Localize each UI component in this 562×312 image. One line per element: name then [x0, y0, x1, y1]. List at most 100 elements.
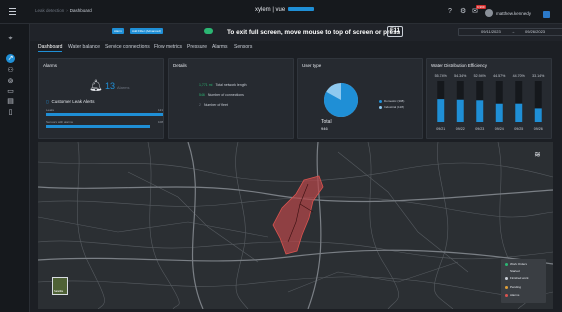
- user-type-card-title: User type: [302, 63, 322, 68]
- network-icon[interactable]: ⊚: [6, 77, 15, 86]
- tab-sensors[interactable]: Sensors: [234, 44, 252, 50]
- users-icon[interactable]: ⚇: [6, 66, 15, 75]
- x-tick-label: 09/22: [456, 127, 465, 131]
- efficiency-card: Water Distribution Efficiency 55.74% 09/2…: [426, 58, 552, 139]
- data-label: 44.57%: [493, 74, 506, 78]
- filter-toggle[interactable]: [204, 28, 213, 34]
- details-card-title: Details: [173, 63, 187, 68]
- map-canvas[interactable]: [38, 142, 553, 309]
- breadcrumb-separator: ›: [66, 8, 68, 13]
- customer-leak-alerts[interactable]: ▯ Customer Leak Alerts: [46, 99, 95, 105]
- legend-swatch: [379, 105, 382, 109]
- tab-dashboard[interactable]: Dashboard: [38, 44, 63, 52]
- alert-dot-icon: ▯: [46, 99, 49, 104]
- layers-icon[interactable]: ≋: [533, 150, 542, 159]
- data-label: 52.94%: [474, 74, 487, 78]
- map-legend-item: Alarms: [505, 293, 519, 297]
- map-view[interactable]: ≋ Satellite Work Orders Started Finished…: [38, 142, 553, 309]
- bar-sensors: [46, 125, 151, 128]
- total-value: 946: [321, 126, 328, 131]
- metric-fleet: 2 Number of fleet: [199, 103, 228, 107]
- legend-label: Finished work: [510, 276, 529, 280]
- x-tick-label: 09/21: [436, 127, 445, 131]
- breadcrumb-item-dashboard: Dashboard: [69, 8, 92, 13]
- legend-label: Work Orders: [510, 262, 527, 266]
- filter-chip-add[interactable]: Add Filter (Advanced): [130, 28, 164, 34]
- metric-label: Number of connections: [207, 93, 244, 97]
- metric-label: Number of fleet: [203, 103, 228, 107]
- date-range-picker[interactable]: 09/11/2023 → 09/26/2023 ▣: [458, 28, 562, 36]
- dashboard-icon[interactable]: ↗: [6, 54, 15, 63]
- metric-connections: 546 Number of connections: [199, 93, 244, 97]
- map-legend-item: Work Orders: [505, 262, 527, 266]
- alarms-card: Alarms 🔔︎ 13 Alarms ▯ Customer Leak Alerts…: [38, 58, 164, 139]
- bar-value-leaks: 121: [158, 108, 164, 112]
- alarms-card-title: Alarms: [43, 63, 58, 68]
- notification-badge: 9,999: [476, 5, 486, 9]
- avatar[interactable]: [485, 9, 493, 17]
- tab-flow-metrics[interactable]: Flow metrics: [154, 44, 182, 50]
- x-tick-label: 09/26: [534, 127, 543, 131]
- efficiency-chart: 55.74% 09/21 54.34% 09/22 52.94% 09/23 44.57% 0…: [435, 74, 545, 131]
- bar-09/22[interactable]: [456, 99, 464, 122]
- x-tick-label: 09/24: [495, 127, 504, 131]
- help-icon[interactable]: ?: [448, 8, 455, 15]
- legend-swatch: [505, 276, 508, 280]
- brand-logo: xylem | vue: [255, 7, 315, 13]
- alarm-count-label: Alarms: [117, 85, 130, 90]
- top-bar: Leak detection › Dashboard xylem | vue ? ⚙…: [0, 0, 562, 24]
- bar-09/26[interactable]: [534, 108, 542, 122]
- breadcrumb-item-leak-detection[interactable]: Leak detection: [35, 8, 64, 13]
- data-label: 55.74%: [435, 74, 448, 78]
- user-type-pie: [324, 83, 358, 117]
- legend-swatch: [505, 293, 508, 297]
- x-tick-label: 09/23: [475, 127, 484, 131]
- legend-label: Industrial (128): [384, 105, 405, 109]
- bar-label-leaks: Leaks: [46, 108, 55, 112]
- x-tick-label: 09/25: [514, 127, 523, 131]
- location-icon[interactable]: ⌖: [6, 34, 15, 43]
- menu-icon[interactable]: [9, 8, 16, 15]
- tab-service-connections[interactable]: Service connections: [105, 44, 150, 50]
- meter-icon[interactable]: ▤: [6, 97, 15, 106]
- bar-09/24[interactable]: [495, 103, 503, 122]
- settings-icon[interactable]: ⚙: [460, 8, 467, 15]
- map-legend-item: Started: [505, 269, 520, 273]
- legend-swatch: [505, 285, 508, 289]
- bell-icon: 🔔︎: [89, 80, 103, 92]
- report-icon[interactable]: ▯: [6, 108, 15, 117]
- fullscreen-key: F11: [387, 26, 404, 37]
- data-label: 44.70%: [513, 74, 526, 78]
- metric-network-length: 1,771 mi Total network length: [199, 83, 247, 87]
- metric-value: 1,771 mi: [199, 83, 213, 87]
- map-legend-item: Pending: [505, 285, 521, 289]
- map-legend: Work Orders Started Finished work Pendin…: [501, 259, 546, 303]
- bar-09/23[interactable]: [476, 100, 484, 122]
- tab-pressure[interactable]: Pressure: [187, 44, 207, 50]
- mail-icon[interactable]: ✉: [472, 8, 479, 15]
- legend-industrial: Industrial (128): [379, 105, 404, 109]
- tab-water-balance[interactable]: Water balance: [68, 44, 100, 50]
- satellite-toggle[interactable]: Satellite: [52, 277, 68, 295]
- bar-09/25[interactable]: [515, 103, 523, 122]
- vehicle-icon[interactable]: ▭: [6, 87, 15, 96]
- legend-label: Alarms: [510, 293, 520, 297]
- metric-value: 546: [199, 93, 205, 97]
- filter-chip-alarm[interactable]: Alarm: [112, 28, 124, 34]
- user-name[interactable]: matthew.kennedy: [496, 11, 531, 16]
- date-arrow: →: [511, 29, 515, 34]
- app-grid-icon[interactable]: [543, 11, 550, 18]
- filter-bar: Alarm Add Filter (Advanced) To exit full…: [30, 24, 562, 41]
- bar-label-sensors: Sensors with alarms: [46, 120, 74, 124]
- alarm-count-value: 13: [105, 81, 116, 91]
- legend-swatch: [379, 99, 382, 103]
- alarm-count: 13 Alarms: [105, 81, 129, 91]
- tab-alarms[interactable]: Alarms: [212, 44, 228, 50]
- legend-label: Pending: [510, 285, 522, 289]
- legend-domestic: Domestic (308): [379, 99, 404, 103]
- total-label: Total: [321, 119, 332, 125]
- details-card: Details 1,771 mi Total network length 546…: [168, 58, 294, 139]
- bar-09/21[interactable]: [437, 99, 445, 122]
- user-type-card: User type Domestic (308) Industrial (128…: [297, 58, 423, 139]
- legend-swatch: [505, 269, 508, 273]
